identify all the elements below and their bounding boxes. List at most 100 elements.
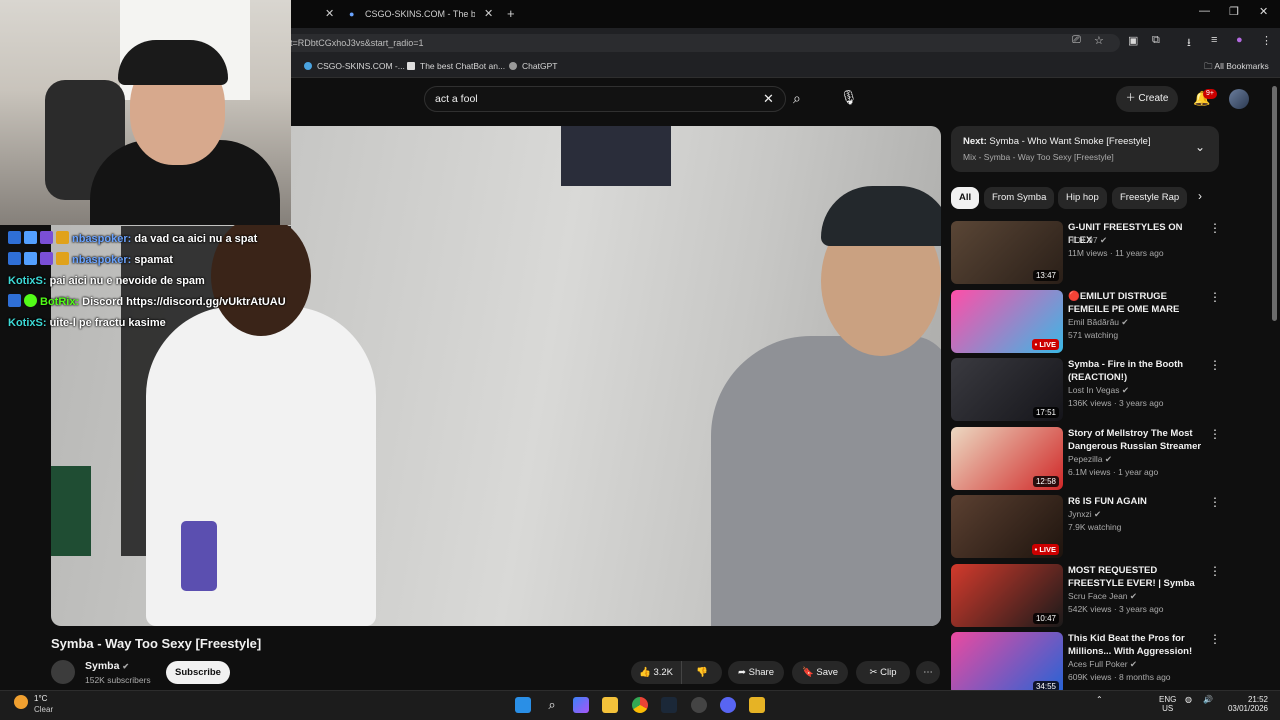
recommendation-channel[interactable]: HOT 97 ✔ [1068,235,1107,246]
search-taskbar-icon[interactable]: ⌕ [544,697,560,713]
windows-start-icon[interactable] [515,697,531,713]
verified-icon: ✔ [1129,659,1138,669]
new-tab-button[interactable]: + [507,3,515,25]
tab-close-icon[interactable]: ✕ [325,3,334,25]
language-indicator[interactable]: ENG US [1159,695,1176,713]
video-thumbnail[interactable]: 12:58 [951,426,1063,490]
search-input[interactable]: act a fool [435,93,478,105]
dislike-button[interactable]: 👎 [681,661,722,684]
file-explorer-icon[interactable] [602,697,618,713]
search-icon[interactable]: ⌕ [793,90,801,107]
recommendation-channel[interactable]: Pepezilla ✔ [1068,454,1112,465]
microphone-icon[interactable]: 🎙 [840,89,858,106]
kebab-menu-icon[interactable]: ⋮ [1209,290,1221,304]
bot-badge-icon [24,294,37,307]
video-thumbnail[interactable]: 17:51 [951,358,1063,421]
video-thumbnail[interactable]: 34:55 [951,632,1063,695]
network-icon[interactable]: ◍ [1185,695,1192,704]
recommendation-meta: 11M views · 11 years ago [1068,248,1164,258]
verified-icon: ✔ [1094,509,1102,519]
kebab-menu-icon[interactable]: ⋮ [1209,358,1221,372]
subscriber-count: 152K subscribers [85,675,151,685]
kebab-menu-icon[interactable]: ⋮ [1209,564,1221,578]
profile-icon[interactable]: ● [1236,34,1243,46]
kebab-menu-icon[interactable]: ⋮ [1209,495,1221,509]
clip-button[interactable]: ✂ Clip [856,661,910,684]
recommendation-title[interactable]: Story of Mellstroy The Most Dangerous Ru… [1068,427,1208,453]
browser-tab[interactable]: CSGO-SKINS.COM - The best C [365,3,475,25]
copilot-icon[interactable] [573,697,589,713]
media-icon[interactable]: ≡ [1211,34,1217,46]
scrollbar[interactable] [1272,86,1277,321]
video-thumbnail[interactable]: • LIVE [951,495,1063,558]
share-button[interactable]: ➦ Share [728,661,784,684]
video-thumbnail[interactable]: • LIVE [951,289,1063,353]
bookmark-item[interactable]: ChatGPT [509,61,557,71]
chip-all[interactable]: All [951,187,980,209]
up-next-panel[interactable]: Next: Symba - Who Want Smoke [Freestyle]… [951,126,1219,172]
app-icon[interactable] [691,697,707,713]
recommendation-item[interactable]: 13:47 G-UNIT FREESTYLES ON FLEX HOT 97 ✔ 11… [951,221,1221,285]
recommendation-title[interactable]: R6 IS FUN AGAIN [1068,495,1208,508]
clock[interactable]: 21:52 03/01/2026 [1222,695,1268,713]
steam-icon[interactable] [661,697,677,713]
recommendation-channel[interactable]: Lost In Vegas ✔ [1068,385,1129,396]
cast-icon[interactable]: ⎚ [1072,34,1081,47]
recommendation-title[interactable]: 🔴EMILUT DISTRUGE FEMEILE PE OME MARE NEB… [1068,290,1208,317]
extension-icon[interactable]: ▣ [1128,34,1138,47]
subscribe-button[interactable]: Subscribe [166,661,230,684]
like-button[interactable]: 👍 3.2K [631,661,681,684]
bookmark-item[interactable]: CSGO-SKINS.COM -... [304,61,405,71]
chat-message: nbaspoker: spamat [8,252,308,273]
all-bookmarks[interactable]: 🗀 All Bookmarks [1204,61,1269,75]
channel-avatar[interactable] [51,660,75,684]
chip-freestyle-rap[interactable]: Freestyle Rap [1112,187,1188,209]
video-thumbnail[interactable]: 10:47 [951,563,1063,627]
chevron-down-icon[interactable]: ⌄ [1195,140,1205,154]
recommendation-item[interactable]: • LIVE R6 IS FUN AGAIN Jynxzi ✔ 7.9K watchi… [951,495,1221,559]
puzzle-icon[interactable]: ⧉ [1152,34,1160,47]
kebab-menu-icon[interactable]: ⋮ [1209,632,1221,646]
recommendation-item[interactable]: 34:55 This Kid Beat the Pros for Millions… [951,632,1221,696]
recommendation-item[interactable]: 17:51 Symba - Fire in the Booth (REACTION… [951,358,1221,422]
recommendation-item[interactable]: 12:58 Story of Mellstroy The Most Dangero… [951,426,1221,491]
kebab-menu-icon[interactable]: ⋮ [1209,427,1221,441]
badge-icon [8,231,21,244]
volume-icon[interactable]: 🔊 [1203,695,1213,704]
more-actions-button[interactable]: ⋯ [916,661,940,684]
chrome-icon[interactable] [632,697,648,713]
app-icon[interactable] [749,697,765,713]
discord-icon[interactable] [720,697,736,713]
bookmark-star-icon[interactable]: ☆ [1094,34,1104,47]
recommendation-channel[interactable]: Emil Bădărău ✔ [1068,317,1129,328]
recommendation-item[interactable]: • LIVE 🔴EMILUT DISTRUGE FEMEILE PE OME MA… [951,289,1221,354]
tray-chevron-icon[interactable]: ⌃ [1096,695,1103,704]
kebab-menu-icon[interactable]: ⋮ [1209,221,1221,235]
chip-hip-hop[interactable]: Hip hop [1058,187,1107,209]
duration-badge: 10:47 [1032,612,1059,624]
video-thumbnail[interactable]: 13:47 [951,221,1063,284]
clear-search-icon[interactable]: ✕ [763,91,774,107]
save-button[interactable]: 🔖 Save [792,661,848,684]
recommendation-channel[interactable]: Jynxzi ✔ [1068,509,1101,520]
create-button[interactable]: ＋ Create [1116,86,1178,112]
chat-message: nbaspoker: da vad ca aici nu a spat [8,231,308,252]
menu-icon[interactable]: ⋮ [1261,34,1272,47]
minimize-button[interactable]: — [1199,5,1210,17]
recommendation-channel[interactable]: Scru Face Jean ✔ [1068,591,1137,602]
recommendation-channel[interactable]: Aces Full Poker ✔ [1068,659,1137,670]
account-avatar[interactable] [1229,89,1249,109]
close-window-button[interactable]: ✕ [1259,5,1268,18]
maximize-button[interactable]: ❐ [1229,5,1239,18]
bookmark-item[interactable]: The best ChatBot an... [407,61,505,71]
channel-name[interactable]: Symba ✔ [85,660,129,672]
chip-from-symba[interactable]: From Symba [984,187,1055,209]
search-box[interactable]: act a fool ✕ [424,86,786,112]
chevron-right-icon[interactable]: › [1198,189,1202,203]
recommendation-title[interactable]: MOST REQUESTED FREESTYLE EVER! | Symba L… [1068,564,1208,591]
recommendation-item[interactable]: 10:47 MOST REQUESTED FREESTYLE EVER! | Sy… [951,563,1221,628]
recommendation-title[interactable]: Symba - Fire in the Booth (REACTION!) [1068,358,1208,384]
recommendation-title[interactable]: This Kid Beat the Pros for Millions... W… [1068,632,1208,658]
download-icon[interactable]: ⭳ [1187,34,1191,53]
tab-close-icon[interactable]: ✕ [484,3,493,25]
